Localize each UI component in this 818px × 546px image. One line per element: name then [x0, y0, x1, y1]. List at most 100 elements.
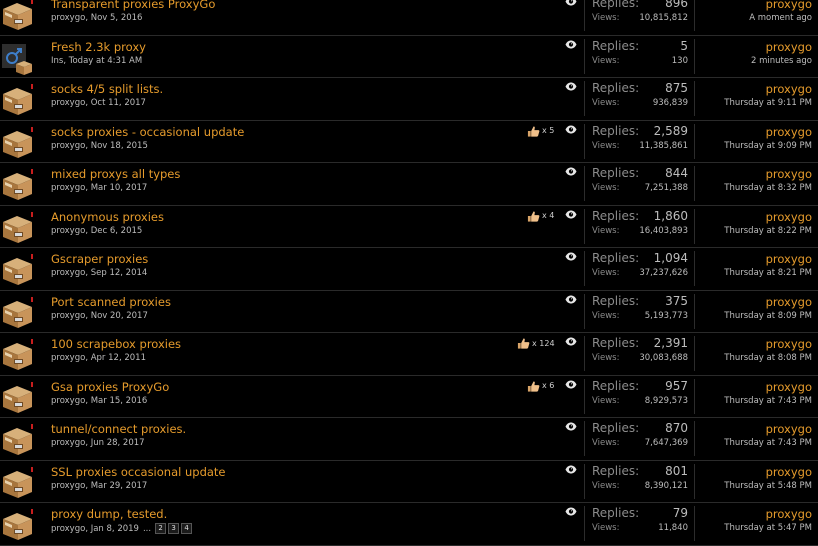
- pagination: ... 2 3 4: [143, 523, 194, 534]
- eye-icon[interactable]: [565, 252, 577, 261]
- last-post-user[interactable]: proxygo: [751, 40, 812, 54]
- eye-icon[interactable]: [565, 337, 577, 346]
- last-post-time[interactable]: Thursday at 8:09 PM: [724, 311, 812, 321]
- thread-title[interactable]: 100 scrapebox proxies: [51, 337, 181, 351]
- last-post-user[interactable]: proxygo: [724, 422, 812, 436]
- thread-author[interactable]: proxygo: [51, 268, 85, 278]
- column-divider: [584, 463, 585, 499]
- eye-icon[interactable]: [565, 507, 577, 516]
- last-post-user[interactable]: proxygo: [724, 252, 812, 266]
- box-avatar-icon[interactable]: [0, 126, 34, 161]
- page-link[interactable]: 4: [181, 523, 193, 534]
- thread-author[interactable]: proxygo: [51, 226, 85, 236]
- thread-author[interactable]: proxygo: [51, 353, 85, 363]
- pagination-ellipsis: ...: [142, 523, 152, 534]
- last-post: proxygo Thursday at 7:43 PM: [724, 380, 812, 406]
- eye-icon[interactable]: [565, 125, 577, 134]
- box-avatar-icon[interactable]: [0, 339, 34, 373]
- last-post-time[interactable]: Thursday at 7:43 PM: [724, 396, 812, 406]
- male-symbol-avatar-icon[interactable]: [0, 42, 34, 76]
- box-avatar-icon[interactable]: [0, 169, 34, 203]
- last-post-user[interactable]: proxygo: [724, 380, 812, 394]
- views-label: Views:: [592, 523, 620, 533]
- thread-meta: proxygo , Apr 12, 2011: [51, 353, 146, 363]
- box-avatar-icon[interactable]: [0, 211, 34, 246]
- eye-icon[interactable]: [565, 210, 577, 219]
- box-avatar-icon[interactable]: [0, 84, 34, 118]
- thread-title[interactable]: Transparent proxies ProxyGo: [51, 0, 215, 11]
- eye-icon[interactable]: [565, 0, 577, 6]
- page-link[interactable]: 3: [168, 523, 180, 534]
- page-link[interactable]: 2: [155, 523, 167, 534]
- thread-author[interactable]: proxygo: [51, 98, 85, 108]
- thread-title[interactable]: Anonymous proxies: [51, 210, 164, 224]
- views-count: 11,840: [658, 523, 688, 533]
- thread-title[interactable]: Port scanned proxies: [51, 295, 171, 309]
- thread-title[interactable]: socks proxies - occasional update: [51, 125, 244, 139]
- thread-title[interactable]: SSL proxies occasional update: [51, 465, 226, 479]
- box-avatar-icon[interactable]: [0, 466, 34, 501]
- last-post-time[interactable]: Thursday at 8:08 PM: [724, 353, 812, 363]
- thumbs-up-icon: [527, 210, 540, 222]
- last-post: proxygo Thursday at 9:09 PM: [724, 125, 812, 151]
- last-post-time[interactable]: Thursday at 5:47 PM: [724, 523, 812, 533]
- thread-author[interactable]: proxygo: [51, 524, 85, 534]
- eye-icon[interactable]: [565, 167, 577, 176]
- thread-title[interactable]: Fresh 2.3k proxy: [51, 40, 146, 54]
- column-divider: [584, 506, 585, 541]
- last-post-time[interactable]: Thursday at 8:21 PM: [724, 268, 812, 278]
- eye-icon[interactable]: [565, 40, 577, 49]
- last-post-time[interactable]: 2 minutes ago: [751, 56, 812, 66]
- last-post-user[interactable]: proxygo: [724, 167, 812, 181]
- box-avatar-icon[interactable]: [0, 0, 34, 33]
- last-post-time[interactable]: Thursday at 8:32 PM: [724, 183, 812, 193]
- thread-author[interactable]: proxygo: [51, 13, 85, 23]
- column-divider: [694, 38, 695, 74]
- eye-icon[interactable]: [565, 422, 577, 431]
- views-label: Views:: [592, 438, 620, 448]
- last-post-user[interactable]: proxygo: [724, 125, 812, 139]
- thread-title[interactable]: socks 4/5 split lists.: [51, 82, 163, 96]
- box-avatar-icon[interactable]: [0, 296, 34, 331]
- last-post-time[interactable]: Thursday at 7:43 PM: [724, 438, 812, 448]
- thread-row: Anonymous proxies proxygo , Dec 6, 2015 …: [0, 206, 818, 248]
- eye-icon[interactable]: [565, 465, 577, 474]
- last-post-user[interactable]: proxygo: [724, 295, 812, 309]
- thread-title[interactable]: proxy dump, tested.: [51, 507, 167, 521]
- last-post-user[interactable]: proxygo: [724, 507, 812, 521]
- views-label: Views:: [592, 98, 620, 108]
- last-post-time[interactable]: Thursday at 9:09 PM: [724, 141, 812, 151]
- last-post-time[interactable]: A moment ago: [749, 13, 812, 23]
- eye-icon[interactable]: [565, 295, 577, 304]
- eye-icon[interactable]: [565, 380, 577, 389]
- thread-author[interactable]: proxygo: [51, 183, 85, 193]
- box-avatar-icon[interactable]: [0, 254, 34, 288]
- box-avatar-icon[interactable]: [0, 509, 34, 543]
- thread-title[interactable]: Gsa proxies ProxyGo: [51, 380, 169, 394]
- thread-author[interactable]: proxygo: [51, 438, 85, 448]
- thread-author[interactable]: proxygo: [51, 481, 85, 491]
- thread-author[interactable]: Ins: [51, 56, 63, 66]
- thread-meta: proxygo , Nov 18, 2015: [51, 141, 148, 151]
- last-post-user[interactable]: proxygo: [724, 465, 812, 479]
- thread-row: socks 4/5 split lists. proxygo , Oct 11,…: [0, 78, 818, 121]
- last-post-time[interactable]: Thursday at 5:48 PM: [724, 481, 812, 491]
- last-post-user[interactable]: proxygo: [749, 0, 812, 11]
- last-post-user[interactable]: proxygo: [724, 82, 812, 96]
- thread-title[interactable]: mixed proxys all types: [51, 167, 180, 181]
- thread-author[interactable]: proxygo: [51, 311, 85, 321]
- last-post-time[interactable]: Thursday at 9:11 PM: [724, 98, 812, 108]
- last-post: proxygo Thursday at 9:11 PM: [724, 82, 812, 108]
- thread-author[interactable]: proxygo: [51, 396, 85, 406]
- thread-title[interactable]: Gscraper proxies: [51, 252, 148, 266]
- box-avatar-icon[interactable]: [0, 381, 34, 416]
- thread-row: Fresh 2.3k proxy Ins , Today at 4:31 AM …: [0, 36, 818, 78]
- thread-author[interactable]: proxygo: [51, 141, 85, 151]
- last-post-user[interactable]: proxygo: [724, 337, 812, 351]
- last-post-time[interactable]: Thursday at 8:22 PM: [724, 226, 812, 236]
- thread-title[interactable]: tunnel/connect proxies.: [51, 422, 186, 436]
- last-post-user[interactable]: proxygo: [724, 210, 812, 224]
- likes-count: x 6: [542, 381, 555, 390]
- eye-icon[interactable]: [565, 82, 577, 91]
- box-avatar-icon[interactable]: [0, 424, 34, 458]
